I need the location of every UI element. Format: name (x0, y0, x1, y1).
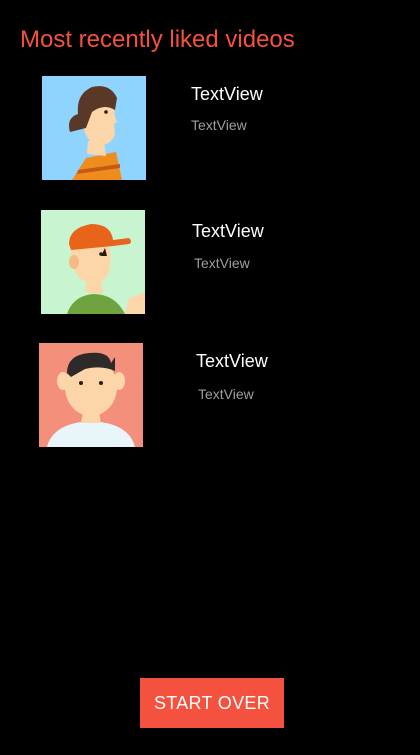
video-list-item[interactable]: TextView TextView (0, 343, 420, 449)
man-orange-cap-avatar-icon (41, 210, 145, 314)
video-title: TextView (196, 351, 268, 371)
video-title: TextView (192, 221, 264, 241)
page-title: Most recently liked videos (20, 26, 295, 53)
video-subtitle: TextView (198, 386, 254, 402)
start-over-button[interactable]: START OVER (140, 678, 284, 728)
video-list-item[interactable]: TextView TextView (0, 76, 420, 182)
woman-brown-hair-avatar-icon (42, 76, 146, 180)
video-subtitle: TextView (194, 255, 250, 271)
video-list-item[interactable]: TextView TextView (0, 210, 420, 316)
video-title: TextView (191, 84, 263, 104)
video-subtitle: TextView (191, 117, 247, 133)
boy-dark-hair-avatar-icon (39, 343, 143, 447)
